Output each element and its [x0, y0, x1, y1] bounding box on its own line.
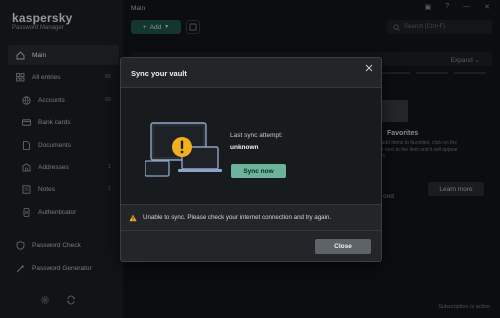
close-button[interactable]: Close: [315, 239, 371, 254]
close-icon[interactable]: [363, 62, 375, 74]
sync-now-button[interactable]: Sync now: [231, 164, 286, 178]
warning-text: Unable to sync. Please check your intern…: [143, 214, 332, 221]
dialog-footer: Close: [121, 231, 381, 261]
devices-warning-illustration: [145, 122, 222, 177]
sync-dialog: Sync your vault Last sync attempt: unkno…: [120, 57, 382, 262]
dialog-body: Last sync attempt: unknown Sync now: [121, 88, 381, 205]
warning-triangle-icon: [129, 214, 137, 221]
dialog-title: Sync your vault: [131, 69, 187, 78]
dialog-header: Sync your vault: [121, 58, 381, 88]
last-sync-label: Last sync attempt:: [230, 132, 283, 139]
last-sync-value: unknown: [230, 144, 259, 151]
warning-message: Unable to sync. Please check your intern…: [121, 205, 381, 231]
